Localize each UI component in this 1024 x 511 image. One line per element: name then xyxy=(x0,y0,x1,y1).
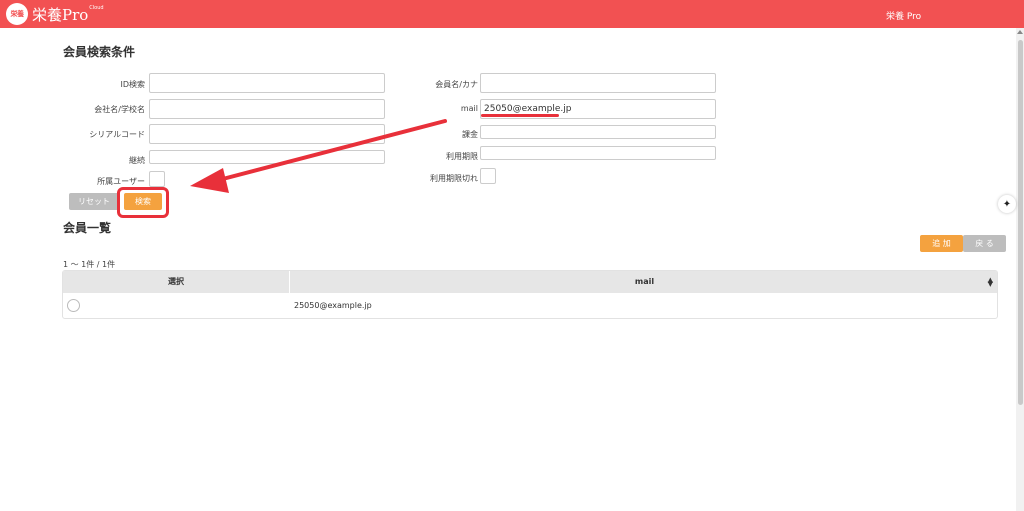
annotation-arrow-head xyxy=(190,168,229,193)
annotation-arrow xyxy=(190,119,447,193)
annotation-arrow-shaft xyxy=(213,119,447,183)
